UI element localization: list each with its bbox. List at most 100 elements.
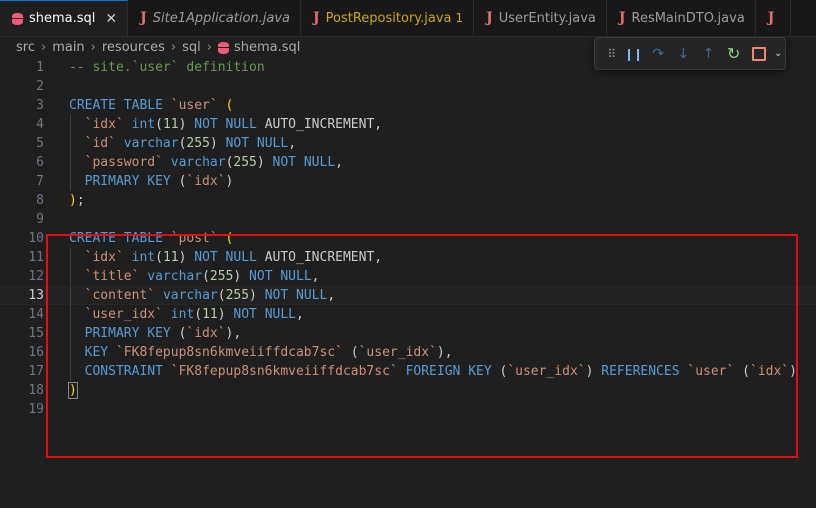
code-text: `content` varchar(255) NOT NULL,: [69, 287, 336, 304]
code-text: );: [69, 191, 85, 210]
code-line: 7 PRIMARY KEY (`idx`): [0, 172, 816, 191]
database-icon: [12, 12, 23, 25]
code-token: (: [491, 364, 508, 379]
breadcrumb-item[interactable]: src: [16, 40, 35, 55]
line-number: 9: [36, 212, 44, 227]
line-number: 5: [36, 136, 44, 151]
line-number: 15: [28, 326, 44, 341]
code-token: ),: [225, 326, 242, 341]
code-token: CONSTRAINT: [84, 364, 163, 379]
code-line: 8);: [0, 191, 816, 210]
code-token: ): [256, 155, 273, 170]
code-line: 9: [0, 210, 816, 229]
code-line: 6 `password` varchar(255) NOT NULL,: [0, 153, 816, 172]
breadcrumb-item[interactable]: main: [52, 40, 84, 55]
code-text: KEY `FK8fepup8sn6kmveiiffdcab7sc` (`user…: [69, 343, 453, 362]
code-token: (: [217, 288, 226, 303]
breadcrumb-item[interactable]: resources: [102, 40, 165, 55]
code-token: `user_idx`: [507, 364, 586, 379]
line-number: 11: [28, 250, 44, 265]
tab-4[interactable]: J ResMainDTO.java: [606, 0, 756, 36]
code-token: NOT NULL: [225, 136, 289, 151]
code-token: `idx`: [84, 117, 124, 132]
code-token: `idx`: [186, 326, 226, 341]
code-token: int: [131, 250, 156, 265]
code-text: -- site.`user` definition: [69, 58, 265, 77]
code-token: (: [155, 117, 163, 132]
code-text: CREATE TABLE `user` (: [69, 96, 233, 115]
code-token: (: [225, 98, 234, 113]
code-token: ): [585, 364, 602, 379]
close-icon[interactable]: ✕: [105, 11, 117, 27]
code-token: `id`: [84, 136, 116, 151]
code-token: AUTO_INCREMENT,: [256, 117, 383, 132]
code-line: 13 `content` varchar(255) NOT NULL,: [0, 286, 816, 306]
code-text: `user_idx` int(11) NOT NULL,: [69, 305, 304, 324]
code-line: 2: [0, 77, 816, 96]
code-token: `idx`: [186, 174, 226, 189]
code-token: (: [170, 174, 187, 189]
code-token: CREATE TABLE: [69, 98, 171, 113]
tab-label: shema.sql: [29, 11, 96, 26]
code-token: ,: [335, 155, 343, 170]
breadcrumb-item[interactable]: shema.sql: [234, 40, 300, 55]
code-token: (: [225, 231, 234, 246]
code-token: NOT NULL: [194, 117, 257, 132]
code-token: CREATE TABLE: [69, 231, 171, 246]
code-token: 11: [202, 307, 218, 322]
problem-count-badge: 1: [455, 11, 464, 25]
tab-1[interactable]: J Site1Application.java: [128, 0, 302, 36]
code-text: `idx` int(11) NOT NULL AUTO_INCREMENT,: [69, 248, 382, 267]
chevron-right-icon: ›: [170, 40, 177, 55]
code-editor[interactable]: 1 -- site.`user` definition 2 3 CREATE TABLE…: [0, 58, 816, 508]
line-number: 1: [36, 60, 44, 75]
line-number: 10: [28, 231, 44, 246]
code-line: 5 `id` varchar(255) NOT NULL,: [0, 134, 816, 153]
code-line: 4 `idx` int(11) NOT NULL AUTO_INCREMENT,: [0, 115, 816, 134]
code-token: 11: [162, 117, 179, 132]
code-text: `id` varchar(255) NOT NULL,: [69, 134, 296, 153]
line-number: 3: [36, 98, 44, 113]
tab-0[interactable]: shema.sql ✕: [0, 0, 129, 36]
code-token: ): [209, 136, 226, 151]
code-line: 14 `user_idx` int(11) NOT NULL,: [0, 305, 816, 324]
tab-label: UserEntity.java: [498, 10, 596, 26]
java-icon: J: [486, 10, 493, 26]
code-line: 10 CREATE TABLE `post` (: [0, 229, 816, 248]
code-token: (: [734, 364, 750, 379]
line-number: 18: [28, 383, 44, 398]
line-number: 13: [28, 288, 44, 303]
breadcrumb-item[interactable]: sql: [182, 40, 201, 55]
code-token: ): [225, 174, 234, 189]
code-token: ): [68, 382, 78, 399]
tab-overflow[interactable]: J: [755, 0, 792, 36]
chevron-right-icon: ›: [40, 40, 47, 55]
code-token: `user_idx`: [84, 307, 163, 322]
code-token: ,: [311, 269, 320, 284]
code-token: 255: [225, 288, 250, 303]
code-token: PRIMARY KEY: [84, 326, 171, 341]
tab-3[interactable]: J UserEntity.java: [474, 0, 607, 36]
tab-label: ResMainDTO.java: [631, 10, 745, 26]
code-line: 16 KEY `FK8fepup8sn6kmveiiffdcab7sc` (`u…: [0, 343, 816, 362]
code-line: 11 `idx` int(11) NOT NULL AUTO_INCREMENT…: [0, 248, 816, 267]
code-token: `content`: [84, 288, 156, 303]
code-token: `password`: [84, 155, 163, 170]
code-token: ): [178, 117, 195, 132]
code-token: AUTO_INCREMENT,: [256, 250, 383, 265]
code-token: NOT NULL: [249, 269, 312, 284]
code-token: ): [178, 250, 195, 265]
line-number: 19: [28, 402, 44, 417]
line-number: 14: [28, 307, 44, 322]
tab-2[interactable]: J PostRepository.java 1: [301, 0, 475, 36]
